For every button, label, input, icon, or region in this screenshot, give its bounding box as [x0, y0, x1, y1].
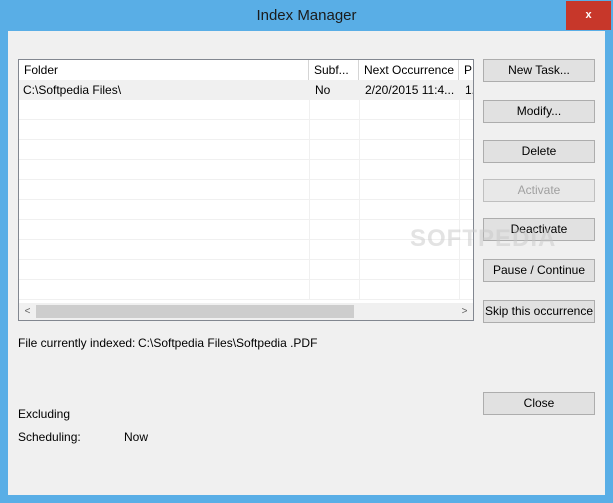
column-header-folder[interactable]: Folder [19, 60, 309, 80]
list-header: Folder Subf... Next Occurrence P [19, 60, 473, 81]
column-header-subfolders[interactable]: Subf... [309, 60, 359, 80]
cell-subfolders: No [315, 83, 331, 97]
task-list[interactable]: Folder Subf... Next Occurrence P C:\Soft… [18, 59, 474, 321]
activate-button[interactable]: Activate [483, 179, 595, 202]
scheduling-value: Now [124, 430, 149, 444]
dialog-client-area: Folder Subf... Next Occurrence P C:\Soft… [8, 31, 605, 495]
table-row[interactable]: C:\Softpedia Files\ No 2/20/2015 11:4...… [19, 80, 473, 100]
scroll-left-icon[interactable]: < [19, 303, 36, 320]
list-item [19, 140, 473, 160]
list-item [19, 120, 473, 140]
scroll-right-icon[interactable]: > [456, 303, 473, 320]
column-divider [309, 80, 310, 300]
cell-p: 1. [465, 83, 473, 97]
close-window-button[interactable]: x [566, 1, 611, 30]
skip-occurrence-button[interactable]: Skip this occurrence [483, 300, 595, 323]
list-item [19, 180, 473, 200]
cell-next-occurrence: 2/20/2015 11:4... [365, 83, 455, 97]
scroll-thumb[interactable] [36, 305, 354, 318]
horizontal-scrollbar[interactable]: < > [19, 303, 473, 320]
column-divider [459, 80, 460, 300]
file-indexed-label: File currently indexed: [18, 336, 136, 350]
close-button[interactable]: Close [483, 392, 595, 415]
list-item [19, 240, 473, 260]
softpedia-watermark: SOFTPEDIA [410, 225, 557, 252]
list-item [19, 160, 473, 180]
list-rows: C:\Softpedia Files\ No 2/20/2015 11:4...… [19, 80, 473, 300]
column-header-next-occurrence[interactable]: Next Occurrence [359, 60, 459, 80]
list-item [19, 280, 473, 300]
list-item [19, 200, 473, 220]
index-manager-window: Index Manager x Folder Subf... Next Occu… [0, 0, 613, 503]
list-item [19, 260, 473, 280]
list-item [19, 220, 473, 240]
window-title: Index Manager [256, 7, 357, 24]
file-indexed-value: C:\Softpedia Files\Softpedia .PDF [138, 336, 318, 350]
pause-continue-button[interactable]: Pause / Continue [483, 259, 595, 282]
scheduling-label: Scheduling: [18, 430, 81, 444]
cell-folder: C:\Softpedia Files\ [23, 83, 122, 97]
modify-button[interactable]: Modify... [483, 100, 595, 123]
list-item [19, 100, 473, 120]
new-task-button[interactable]: New Task... [483, 59, 595, 82]
title-bar[interactable]: Index Manager x [0, 0, 613, 31]
column-divider [359, 80, 360, 300]
excluding-label: Excluding [18, 407, 71, 421]
delete-button[interactable]: Delete [483, 140, 595, 163]
column-header-p[interactable]: P [459, 60, 473, 80]
